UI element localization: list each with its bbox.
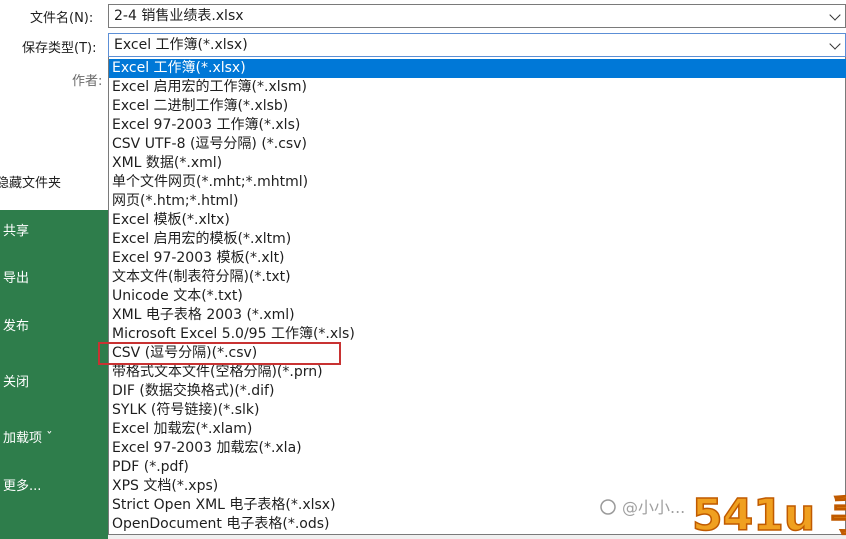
hidden-folder-toggle[interactable]: 隐藏文件夹	[0, 172, 61, 191]
dropdown-option[interactable]: Excel 工作簿(*.xlsx)	[109, 59, 846, 78]
chevron-down-icon[interactable]	[829, 9, 841, 21]
dropdown-option[interactable]: Excel 二进制工作簿(*.xlsb)	[109, 97, 846, 116]
dropdown-option[interactable]: CSV UTF-8 (逗号分隔) (*.csv)	[109, 135, 846, 154]
savetype-dropdown-list: Excel 工作簿(*.xlsx) Excel 启用宏的工作簿(*.xlsm) Ex…	[108, 57, 846, 535]
backstage-nav: 共享 导出 发布 关闭 加载项 ˇ 更多...	[0, 210, 108, 539]
nav-more[interactable]: 更多...	[3, 475, 41, 494]
dropdown-option[interactable]: 单个文件网页(*.mht;*.mhtml)	[109, 173, 846, 192]
highlight-box	[98, 342, 341, 365]
chevron-down-icon[interactable]	[829, 38, 841, 50]
dropdown-option[interactable]: 带格式文本文件(空格分隔)(*.prn)	[109, 363, 846, 382]
dropdown-option[interactable]: Excel 启用宏的工作簿(*.xlsm)	[109, 78, 846, 97]
nav-share[interactable]: 共享	[3, 220, 29, 239]
dropdown-option[interactable]: SYLK (符号链接)(*.slk)	[109, 401, 846, 420]
nav-publish[interactable]: 发布	[3, 315, 29, 334]
dropdown-option[interactable]: Excel 加载宏(*.xlam)	[109, 420, 846, 439]
dropdown-option[interactable]: 网页(*.htm;*.html)	[109, 192, 846, 211]
savetype-select[interactable]: Excel 工作簿(*.xlsx)	[108, 33, 846, 57]
filename-value: 2-4 销售业绩表.xlsx	[114, 8, 244, 24]
dropdown-option[interactable]: Excel 97-2003 模板(*.xlt)	[109, 249, 846, 268]
dropdown-option[interactable]: Excel 模板(*.xltx)	[109, 211, 846, 230]
author-label: 作者:	[72, 74, 103, 89]
dropdown-option[interactable]: DIF (数据交换格式)(*.dif)	[109, 382, 846, 401]
dropdown-option[interactable]: Unicode 文本(*.txt)	[109, 287, 846, 306]
dropdown-option[interactable]: Excel 97-2003 加载宏(*.xla)	[109, 439, 846, 458]
filename-input[interactable]: 2-4 销售业绩表.xlsx	[108, 4, 846, 28]
nav-close[interactable]: 关闭	[3, 371, 29, 390]
site-logo: 541u 手游网	[691, 489, 846, 539]
logo-text: 541u 手游网	[692, 490, 846, 539]
dropdown-option[interactable]: XML 电子表格 2003 (*.xml)	[109, 306, 846, 325]
dropdown-option[interactable]: XML 数据(*.xml)	[109, 154, 846, 173]
dropdown-option[interactable]: Excel 启用宏的模板(*.xltm)	[109, 230, 846, 249]
savetype-value: Excel 工作簿(*.xlsx)	[114, 37, 248, 53]
nav-export[interactable]: 导出	[3, 267, 29, 286]
nav-addins[interactable]: 加载项 ˇ	[3, 427, 53, 446]
savetype-label: 保存类型(T):	[22, 41, 97, 56]
dropdown-option[interactable]: PDF (*.pdf)	[109, 458, 846, 477]
watermark-text: @小小...	[622, 498, 685, 517]
watermark-paw-icon	[600, 499, 616, 515]
dropdown-option[interactable]: Excel 97-2003 工作簿(*.xls)	[109, 116, 846, 135]
dropdown-option[interactable]: 文本文件(制表符分隔)(*.txt)	[109, 268, 846, 287]
filename-label: 文件名(N):	[30, 11, 94, 26]
